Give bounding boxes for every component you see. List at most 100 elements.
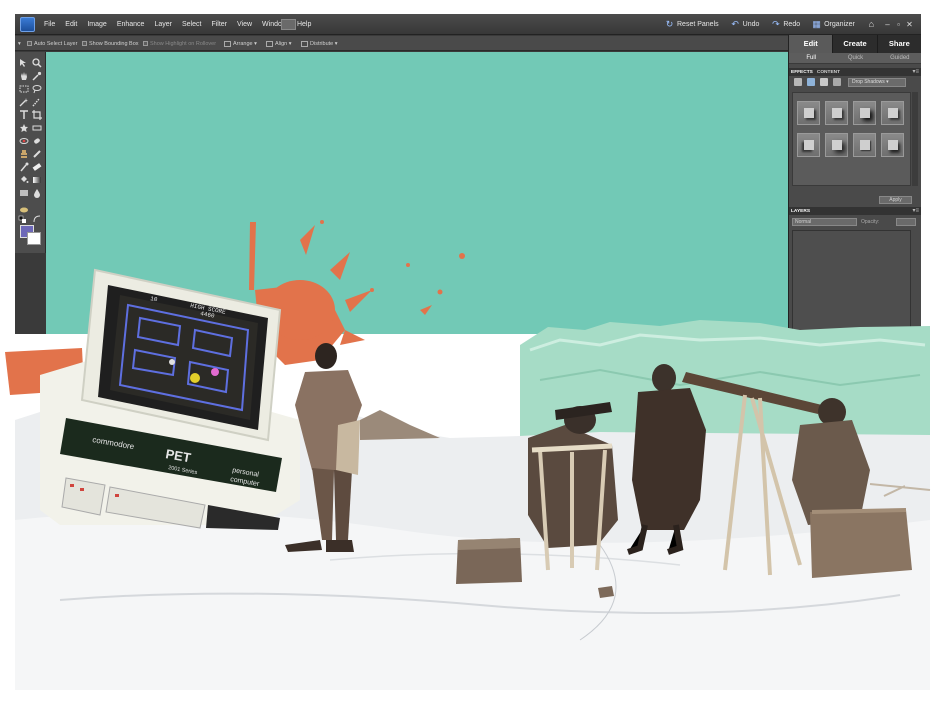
- reset-panels-button[interactable]: ↻ Reset Panels: [665, 20, 719, 29]
- menu-layer[interactable]: Layer: [149, 14, 177, 35]
- hand-tool-icon[interactable]: [19, 71, 29, 81]
- opacity-input[interactable]: [896, 218, 916, 226]
- tab-share[interactable]: Share: [877, 35, 921, 53]
- selection-brush-tool-icon[interactable]: [32, 97, 42, 107]
- effect-thumbnail[interactable]: [825, 133, 848, 157]
- panel-menu-icon[interactable]: ▾≡: [912, 68, 919, 76]
- subtab-guided[interactable]: Guided: [878, 53, 921, 63]
- menu-edit[interactable]: Edit: [60, 14, 82, 35]
- options-collapse-icon[interactable]: ▾: [18, 36, 21, 51]
- tab-content[interactable]: CONTENT: [815, 70, 842, 75]
- explorer-figure: [285, 343, 362, 552]
- organizer-button[interactable]: ▦ Organizer: [812, 20, 855, 29]
- effects-toolbar: Drop Shadows ▾: [792, 77, 919, 88]
- pencil-tool-icon[interactable]: [32, 149, 42, 159]
- edit-subtabs: Full Quick Guided: [789, 53, 921, 64]
- layer-styles-icon[interactable]: [807, 78, 815, 86]
- menu-file[interactable]: File: [39, 14, 60, 35]
- effect-thumbnail[interactable]: [797, 133, 820, 157]
- type-tool-icon[interactable]: [19, 110, 29, 120]
- layers-panel-header: LAYERS ▾≡: [789, 207, 921, 215]
- minimize-icon[interactable]: –: [882, 20, 893, 29]
- close-icon[interactable]: ✕: [904, 20, 915, 29]
- menu-enhance[interactable]: Enhance: [112, 14, 150, 35]
- arrange-icon: [224, 40, 231, 47]
- menu-view[interactable]: View: [232, 14, 257, 35]
- clone-stamp-tool-icon[interactable]: [19, 149, 29, 159]
- effects-scrollbar[interactable]: [912, 92, 918, 186]
- eyedropper-tool-icon[interactable]: [32, 71, 42, 81]
- paint-bucket-tool-icon[interactable]: [19, 175, 29, 185]
- undo-icon: ↶: [731, 19, 739, 29]
- organizer-icon: ▦: [812, 19, 821, 29]
- menu-select[interactable]: Select: [177, 14, 206, 35]
- home-icon: ⌂: [868, 19, 875, 29]
- marquee-tool-icon[interactable]: [19, 84, 29, 94]
- lasso-tool-icon[interactable]: [32, 84, 42, 94]
- arrange-button[interactable]: Arrange ▾: [224, 36, 257, 51]
- window-controls: – ▫ ✕: [882, 14, 915, 35]
- apply-button[interactable]: Apply: [879, 196, 912, 204]
- magic-wand-tool-icon[interactable]: [19, 97, 29, 107]
- move-tool-icon[interactable]: [19, 58, 29, 68]
- shape-tool-icon[interactable]: [19, 188, 29, 198]
- photoshop-elements-window: File Edit Image Enhance Layer Select Fil…: [15, 14, 921, 334]
- subtab-full[interactable]: Full: [789, 53, 833, 63]
- tab-create[interactable]: Create: [833, 35, 878, 53]
- menu-image[interactable]: Image: [82, 14, 111, 35]
- eraser-tool-icon[interactable]: [32, 162, 42, 172]
- menu-filter[interactable]: Filter: [206, 14, 232, 35]
- zoom-tool-icon[interactable]: [32, 58, 42, 68]
- effect-category-select[interactable]: Drop Shadows ▾: [848, 78, 906, 87]
- distribute-button[interactable]: Distribute ▾: [301, 36, 338, 51]
- right-panel-bin: Edit Create Share Full Quick Guided EFFE…: [788, 35, 921, 334]
- pet-model: PET: [164, 446, 192, 465]
- straighten-tool-icon[interactable]: [32, 123, 42, 133]
- brush-tool-icon[interactable]: [19, 162, 29, 172]
- restore-icon[interactable]: ▫: [893, 20, 904, 29]
- highlight-checkbox[interactable]: Show Highlight on Rollover: [143, 36, 216, 51]
- photo-effects-icon[interactable]: [820, 78, 828, 86]
- effect-thumbnail[interactable]: [853, 101, 876, 125]
- tab-effects[interactable]: EFFECTS: [789, 70, 815, 75]
- cookie-cutter-tool-icon[interactable]: [19, 123, 29, 133]
- effect-thumbnail[interactable]: [797, 101, 820, 125]
- effect-thumbnail[interactable]: [881, 101, 904, 125]
- healing-brush-tool-icon[interactable]: [32, 136, 42, 146]
- layers-list[interactable]: [792, 230, 911, 334]
- blend-mode-value: Normal: [795, 219, 812, 225]
- align-icon: [266, 40, 273, 47]
- auto-select-checkbox[interactable]: Auto Select Layer: [27, 36, 77, 51]
- document-canvas[interactable]: [46, 52, 788, 334]
- home-button[interactable]: ⌂: [867, 20, 879, 29]
- tab-layers[interactable]: LAYERS: [789, 209, 812, 214]
- highlight-label: Show Highlight on Rollover: [150, 40, 217, 47]
- swap-colors-icon[interactable]: [32, 214, 42, 224]
- redo-button[interactable]: ↷ Redo: [771, 20, 800, 29]
- filters-icon[interactable]: [794, 78, 802, 86]
- app-logo-icon: [20, 17, 35, 32]
- commodore-brand: commodore: [92, 435, 136, 451]
- tab-edit[interactable]: Edit: [789, 35, 834, 53]
- workspace-dropdown[interactable]: [281, 19, 296, 30]
- bounding-box-checkbox[interactable]: Show Bounding Box: [82, 36, 139, 51]
- effect-thumbnail[interactable]: [825, 101, 848, 125]
- subtab-quick[interactable]: Quick: [833, 53, 877, 63]
- crop-tool-icon[interactable]: [32, 110, 42, 120]
- distribute-icon: [301, 40, 308, 47]
- default-colors-icon[interactable]: [18, 215, 28, 225]
- undo-button[interactable]: ↶ Undo: [731, 19, 759, 29]
- blur-tool-icon[interactable]: [32, 188, 42, 198]
- gradient-tool-icon[interactable]: [32, 175, 42, 185]
- red-eye-tool-icon[interactable]: [19, 136, 29, 146]
- background-color-swatch[interactable]: [27, 232, 41, 245]
- show-all-icon[interactable]: [833, 78, 841, 86]
- arrange-label: Arrange: [233, 40, 253, 47]
- align-button[interactable]: Align ▾: [266, 36, 292, 51]
- blend-mode-select[interactable]: Normal: [792, 218, 857, 226]
- panel-menu-icon[interactable]: ▾≡: [912, 207, 919, 215]
- effect-thumbnail[interactable]: [881, 133, 904, 157]
- sponge-tool-icon[interactable]: [19, 204, 29, 214]
- tool-options-bar: ▾ Auto Select Layer Show Bounding Box Sh…: [15, 36, 788, 51]
- effect-thumbnail[interactable]: [853, 133, 876, 157]
